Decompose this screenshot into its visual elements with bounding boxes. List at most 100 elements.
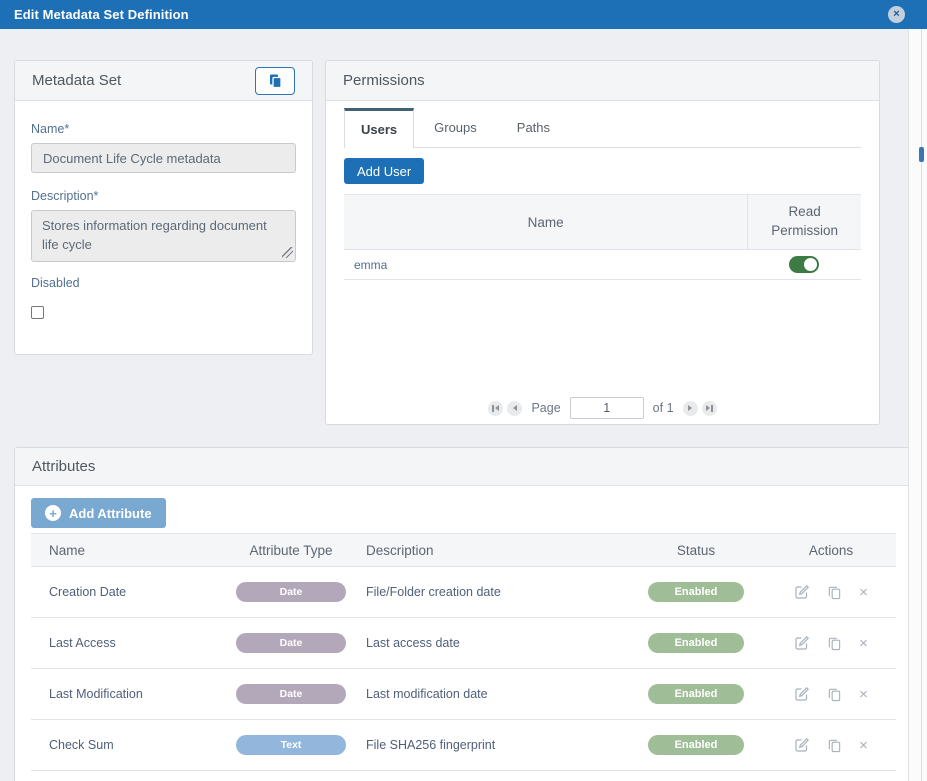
first-page-icon	[492, 405, 494, 412]
attribute-actions: ×	[766, 584, 896, 600]
disabled-label: Disabled	[31, 276, 296, 290]
permissions-title: Permissions	[343, 72, 425, 89]
last-page-icon	[706, 405, 710, 411]
delete-attribute-button[interactable]: ×	[859, 636, 868, 651]
delete-icon: ×	[859, 636, 868, 651]
tab-groups[interactable]: Groups	[414, 108, 497, 148]
user-read-permission-cell	[747, 256, 861, 273]
column-header-name: Name	[31, 543, 221, 558]
clone-metadata-set-button[interactable]	[255, 67, 295, 95]
status-badge: Enabled	[648, 633, 744, 653]
metadata-set-header: Metadata Set	[15, 61, 312, 101]
attribute-name: Creation Date	[31, 585, 221, 599]
edit-attribute-button[interactable]	[794, 686, 810, 702]
delete-attribute-button[interactable]: ×	[859, 585, 868, 600]
column-header-read-permission: Read Permission	[747, 195, 861, 249]
attribute-description: Last modification date	[361, 687, 626, 701]
attribute-name: Check Sum	[31, 738, 221, 752]
name-input[interactable]	[31, 143, 296, 173]
users-table-header: Name Read Permission	[344, 195, 861, 250]
attribute-row: Creation Date Date File/Folder creation …	[31, 567, 896, 618]
copy-icon	[827, 687, 842, 702]
scrollbar-thumb[interactable]	[919, 147, 924, 162]
delete-icon: ×	[859, 738, 868, 753]
copy-icon	[827, 738, 842, 753]
tab-filler	[570, 108, 861, 148]
add-user-button[interactable]: Add User	[344, 158, 424, 184]
users-table: Name Read Permission emma	[344, 194, 861, 280]
edit-icon	[794, 635, 810, 651]
page-number-input[interactable]	[570, 397, 644, 419]
add-attribute-label: Add Attribute	[69, 506, 152, 521]
close-button[interactable]: ×	[888, 6, 905, 23]
delete-attribute-button[interactable]: ×	[859, 738, 868, 753]
next-page-button[interactable]	[683, 401, 698, 416]
resize-handle-icon[interactable]	[282, 247, 293, 258]
copy-attribute-button[interactable]	[827, 636, 842, 651]
metadata-set-panel: Metadata Set Name* Description* Stores i…	[14, 60, 313, 355]
attribute-actions: ×	[766, 686, 896, 702]
attributes-table-header: Name Attribute Type Description Status A…	[31, 534, 896, 567]
attribute-description: Last access date	[361, 636, 626, 650]
attributes-panel: Attributes + Add Attribute Name Attribut…	[14, 447, 913, 781]
copy-attribute-button[interactable]	[827, 687, 842, 702]
attribute-description: File SHA256 fingerprint	[361, 738, 626, 752]
permissions-panel: Permissions Users Groups Paths Add User …	[325, 60, 880, 425]
metadata-set-body: Name* Description* Stores information re…	[15, 122, 312, 324]
prev-page-icon	[513, 405, 517, 411]
first-page-button[interactable]	[488, 401, 503, 416]
user-row: emma	[344, 250, 861, 280]
page-of-label: of 1	[653, 401, 674, 415]
tab-paths[interactable]: Paths	[497, 108, 570, 148]
attributes-title: Attributes	[32, 458, 95, 475]
tab-users[interactable]: Users	[344, 108, 414, 148]
delete-attribute-button[interactable]: ×	[859, 687, 868, 702]
delete-icon: ×	[859, 687, 868, 702]
metadata-set-title: Metadata Set	[32, 72, 121, 89]
add-attribute-button[interactable]: + Add Attribute	[31, 498, 166, 528]
close-icon: ×	[893, 9, 899, 20]
column-header-description: Description	[361, 543, 626, 558]
user-name: emma	[344, 258, 747, 272]
edit-attribute-button[interactable]	[794, 737, 810, 753]
plus-circle-icon: +	[45, 505, 61, 521]
permissions-tabs: Users Groups Paths	[344, 108, 861, 148]
copy-icon	[827, 636, 842, 651]
read-permission-toggle[interactable]	[789, 256, 819, 273]
status-badge: Enabled	[648, 582, 744, 602]
copy-icon	[267, 73, 283, 89]
column-header-name: Name	[344, 195, 747, 249]
copy-icon	[827, 585, 842, 600]
attribute-row: Last Modification Date Last modification…	[31, 669, 896, 720]
last-page-button[interactable]	[702, 401, 717, 416]
toggle-knob	[804, 258, 817, 271]
dialog-titlebar: Edit Metadata Set Definition ×	[0, 0, 927, 29]
edit-attribute-button[interactable]	[794, 635, 810, 651]
pagination: Page of 1	[326, 397, 879, 419]
disabled-checkbox[interactable]	[31, 306, 44, 319]
edit-icon	[794, 737, 810, 753]
attribute-description: File/Folder creation date	[361, 585, 626, 599]
attribute-type-badge: Date	[236, 582, 346, 602]
next-page-icon	[688, 405, 692, 411]
prev-page-button[interactable]	[507, 401, 522, 416]
column-header-actions: Actions	[766, 543, 896, 558]
edit-icon	[794, 686, 810, 702]
attributes-header: Attributes	[15, 448, 912, 486]
description-textarea-wrap: Stores information regarding document li…	[31, 210, 296, 262]
attributes-body: + Add Attribute Name Attribute Type Desc…	[15, 498, 912, 771]
attribute-actions: ×	[766, 737, 896, 753]
copy-attribute-button[interactable]	[827, 585, 842, 600]
page-label: Page	[531, 401, 560, 415]
description-label: Description*	[31, 189, 296, 203]
dialog-title: Edit Metadata Set Definition	[14, 7, 189, 22]
attribute-row: Check Sum Text File SHA256 fingerprint E…	[31, 720, 896, 771]
attribute-actions: ×	[766, 635, 896, 651]
edit-attribute-button[interactable]	[794, 584, 810, 600]
copy-attribute-button[interactable]	[827, 738, 842, 753]
attribute-row: Last Access Date Last access date Enable…	[31, 618, 896, 669]
attributes-table: Name Attribute Type Description Status A…	[31, 533, 896, 771]
scrollbar[interactable]	[908, 29, 927, 781]
name-label: Name*	[31, 122, 296, 136]
description-textarea[interactable]: Stores information regarding document li…	[31, 210, 296, 262]
